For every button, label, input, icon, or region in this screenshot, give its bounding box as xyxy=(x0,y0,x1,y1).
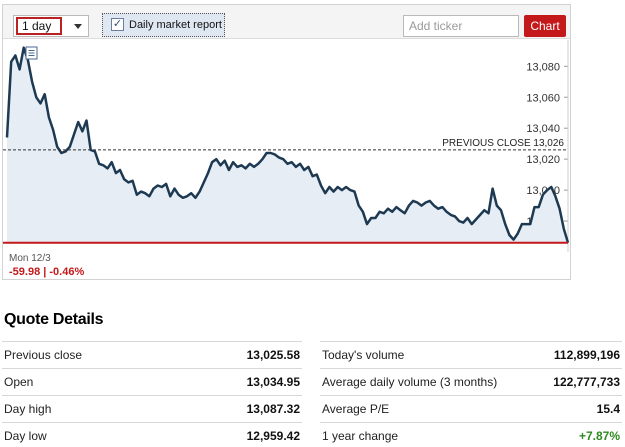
quote-value: 13,034.95 xyxy=(246,375,300,389)
quote-row: Open 13,034.95 xyxy=(2,368,302,395)
y-tick-label: 13,060 xyxy=(526,92,560,104)
quote-row: Previous close 13,025.58 xyxy=(2,341,302,368)
checkbox-checked-icon[interactable]: ✓ xyxy=(111,18,124,31)
daily-report-toggle[interactable]: ✓ Daily market report xyxy=(102,13,225,37)
news-marker[interactable] xyxy=(25,46,38,60)
chart-date: Mon 12/3 xyxy=(9,253,51,264)
quote-label: 1 year change xyxy=(322,429,399,443)
quote-value: 15.4 xyxy=(596,402,620,416)
chevron-down-icon xyxy=(74,24,82,29)
range-select[interactable]: 1 day xyxy=(13,15,89,37)
chart-panel: 1 day ✓ Daily market report Chart 12,980… xyxy=(2,4,571,280)
quote-details-right: Today's volume 112,899,196 Average daily v… xyxy=(320,341,622,447)
add-ticker-input[interactable] xyxy=(403,15,519,37)
quote-value: +7.87% xyxy=(578,429,620,443)
quote-row: 1 year change +7.87% xyxy=(320,422,622,447)
quote-row: Average P/E 15.4 xyxy=(320,395,622,422)
quote-label: Today's volume xyxy=(322,348,405,362)
y-tick-label: 13,080 xyxy=(526,61,560,73)
section-title: Quote Details xyxy=(4,311,104,328)
intraday-chart: 12,98013,00013,02013,04013,06013,080 PRE… xyxy=(3,40,570,252)
quote-details-left: Previous close 13,025.58 Open 13,034.95 Day … xyxy=(2,341,302,447)
range-select-value: 1 day xyxy=(16,17,62,35)
quote-value: 13,025.58 xyxy=(246,348,300,362)
quote-label: Open xyxy=(4,375,34,389)
quote-row: Day low 12,959.42 xyxy=(2,422,302,447)
quote-value: 13,087.32 xyxy=(246,402,300,416)
quote-row: Average daily volume (3 months) 122,777,7… xyxy=(320,368,622,395)
chart-toolbar: 1 day ✓ Daily market report Chart xyxy=(3,5,570,39)
quote-label: Previous close xyxy=(4,348,83,362)
daily-report-label: Daily market report xyxy=(129,19,222,31)
previous-close-label: PREVIOUS CLOSE 13,026 xyxy=(442,138,564,149)
quote-label: Day low xyxy=(4,429,47,443)
quote-row: Today's volume 112,899,196 xyxy=(320,341,622,368)
chart-button[interactable]: Chart xyxy=(524,15,566,37)
day-change: -59.98 | -0.46% xyxy=(9,266,85,278)
y-tick-label: 13,040 xyxy=(526,123,560,135)
quote-label: Day high xyxy=(4,402,52,416)
quote-label: Average P/E xyxy=(322,402,390,416)
quote-value: 12,959.42 xyxy=(246,429,300,443)
quote-row: Day high 13,087.32 xyxy=(2,395,302,422)
quote-value: 112,899,196 xyxy=(553,348,620,362)
quote-value: 122,777,733 xyxy=(553,375,620,389)
y-tick-label: 13,020 xyxy=(526,154,560,166)
quote-label: Average daily volume (3 months) xyxy=(322,375,498,389)
